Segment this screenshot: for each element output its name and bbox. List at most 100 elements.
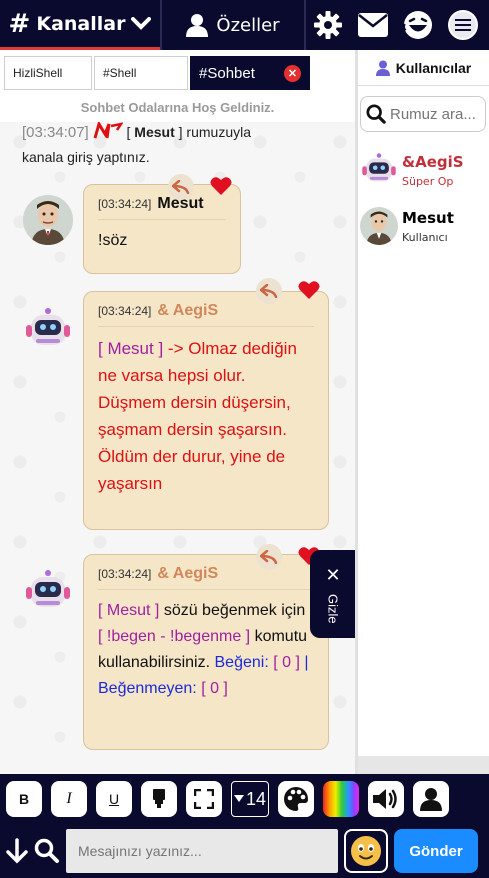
message-text: !söz bbox=[98, 232, 128, 249]
laughing-face-icon bbox=[403, 11, 432, 39]
smiley-icon bbox=[351, 836, 381, 866]
profile-button[interactable] bbox=[413, 781, 449, 817]
message-timestamp: [03:34:24] bbox=[98, 567, 152, 581]
avatar[interactable] bbox=[23, 195, 73, 245]
avatar bbox=[360, 207, 398, 245]
tab-sohbet[interactable]: #Sohbet ✕ bbox=[190, 56, 310, 90]
format-toolbar: B I U 14 bbox=[0, 774, 489, 824]
system-message-nick[interactable]: Mesut bbox=[134, 124, 174, 140]
list-item[interactable]: Mesut Kullanıcı bbox=[358, 198, 489, 254]
users-panel-title: Kullanıcılar bbox=[395, 59, 472, 76]
chat-message: [03:34:24] & AegiS [ Mesut ] sözü beğenm… bbox=[83, 554, 329, 750]
bold-button[interactable]: B bbox=[6, 781, 42, 817]
user-icon bbox=[186, 14, 209, 37]
message-text: [ Mesut ] sözü beğenmek için [ !begen - … bbox=[98, 602, 309, 697]
send-button[interactable]: Gönder bbox=[394, 829, 478, 873]
reply-icon[interactable] bbox=[168, 174, 194, 200]
highlight-button[interactable] bbox=[141, 781, 177, 817]
message-header: [03:34:24] Mesut bbox=[98, 195, 226, 220]
list-item[interactable]: &AegiS Süper Op bbox=[358, 142, 489, 198]
private-messages-button[interactable]: Özeller bbox=[162, 0, 304, 50]
chat-area[interactable]: [03:34:07] [ Mesut ] rumuzuyla kanala gi… bbox=[0, 122, 355, 774]
tab-hizlishell[interactable]: HizliShell bbox=[4, 56, 92, 90]
marker-icon bbox=[153, 789, 165, 808]
avatar[interactable] bbox=[23, 567, 73, 617]
close-tab-icon[interactable]: ✕ bbox=[284, 64, 301, 82]
message-header: [03:34:24] & AegiS bbox=[98, 302, 314, 327]
reply-icon[interactable] bbox=[256, 278, 282, 304]
user-name: &AegiS bbox=[402, 152, 464, 171]
welcome-banner: Sohbet Odalarına Hoş Geldiniz. bbox=[0, 96, 355, 122]
envelope-icon bbox=[358, 13, 389, 37]
user-name: Mesut bbox=[402, 208, 454, 227]
italic-button[interactable]: I bbox=[51, 781, 87, 817]
message-input-bar: Gönder bbox=[0, 824, 489, 878]
user-icon bbox=[420, 788, 442, 811]
hide-users-panel-button[interactable]: ✕ Gizle bbox=[310, 550, 356, 638]
underline-button[interactable]: U bbox=[96, 781, 132, 817]
avatar[interactable] bbox=[23, 305, 73, 355]
hide-label: Gizle bbox=[325, 593, 341, 624]
font-size-select[interactable]: 14 bbox=[231, 781, 269, 817]
message-text: [ Mesut ] -> Olmaz dediğin ne varsa heps… bbox=[98, 339, 297, 493]
search-icon bbox=[366, 104, 386, 124]
messages-button[interactable] bbox=[356, 8, 390, 42]
font-size-value: 14 bbox=[245, 788, 267, 809]
likes-label: Beğeni: bbox=[214, 654, 269, 671]
emoji-picker-button[interactable] bbox=[344, 829, 388, 873]
private-label: Özeller bbox=[216, 14, 280, 36]
text-color-button[interactable] bbox=[278, 781, 314, 817]
channels-label: Kanallar bbox=[36, 12, 126, 35]
settings-button[interactable] bbox=[311, 8, 345, 42]
user-role: Kullanıcı bbox=[402, 230, 448, 244]
heart-icon[interactable] bbox=[297, 278, 321, 302]
main-menu-button[interactable] bbox=[446, 8, 480, 42]
tab-shell[interactable]: #Shell bbox=[94, 56, 188, 90]
message-timestamp: [03:34:24] bbox=[98, 197, 152, 211]
dislikes-count: [ 0 ] bbox=[201, 680, 228, 697]
rainbow-text-button[interactable] bbox=[323, 781, 359, 817]
message-header: [03:34:24] & AegiS bbox=[98, 565, 314, 590]
message-timestamp: [03:34:07] bbox=[22, 124, 89, 141]
heart-icon[interactable] bbox=[209, 174, 233, 198]
message-input[interactable] bbox=[66, 829, 338, 873]
search-icon[interactable] bbox=[34, 838, 60, 864]
channels-menu-button[interactable]: # Kanallar bbox=[0, 0, 160, 50]
nav-icon-group bbox=[306, 0, 489, 50]
speaker-icon bbox=[373, 789, 397, 809]
command-hint: [ !begen - !begenme ] bbox=[98, 628, 251, 645]
likes-count: [ 0 ] bbox=[273, 654, 300, 671]
user-search-input[interactable] bbox=[390, 105, 485, 123]
user-search[interactable] bbox=[360, 96, 486, 132]
emoji-reactions-button[interactable] bbox=[401, 8, 435, 42]
channel-tabs: HizliShell #Shell #Sohbet ✕ bbox=[0, 50, 355, 96]
system-message: [03:34:07] [ Mesut ] rumuzuyla kanala gi… bbox=[22, 122, 252, 165]
arrow-down-icon[interactable] bbox=[6, 838, 28, 864]
user-icon bbox=[375, 60, 390, 76]
chevron-down-icon bbox=[131, 16, 152, 30]
message-timestamp: [03:34:24] bbox=[98, 304, 152, 318]
reply-icon[interactable] bbox=[256, 544, 282, 570]
message-nick[interactable]: & AegiS bbox=[157, 565, 218, 583]
close-icon: ✕ bbox=[325, 564, 341, 586]
message-mention[interactable]: [ Mesut ] bbox=[98, 339, 163, 358]
chat-message: [03:34:24] & AegiS [ Mesut ] -> Olmaz de… bbox=[83, 291, 329, 530]
top-nav: # Kanallar Özeller bbox=[0, 0, 489, 50]
palette-icon bbox=[284, 787, 308, 811]
caret-down-icon bbox=[233, 795, 244, 802]
hash-icon: # bbox=[8, 8, 31, 39]
user-role: Süper Op bbox=[402, 174, 454, 188]
avatar bbox=[360, 151, 398, 189]
sound-button[interactable] bbox=[368, 781, 404, 817]
users-panel: Kullanıcılar &AegiS Süper Op Mesut Kulla… bbox=[355, 50, 489, 774]
hamburger-menu-icon bbox=[447, 10, 478, 40]
dislikes-label: Beğenmeyen: bbox=[98, 680, 197, 697]
tab-sohbet-label: #Sohbet bbox=[199, 64, 255, 82]
fullscreen-button[interactable] bbox=[186, 781, 222, 817]
user-list: &AegiS Süper Op Mesut Kullanıcı bbox=[358, 142, 489, 254]
scrollbar[interactable] bbox=[358, 756, 489, 774]
message-nick[interactable]: & AegiS bbox=[157, 302, 218, 320]
expand-icon bbox=[194, 789, 214, 809]
channel-logo-icon bbox=[93, 122, 124, 139]
message-mention[interactable]: [ Mesut ] bbox=[98, 602, 159, 619]
